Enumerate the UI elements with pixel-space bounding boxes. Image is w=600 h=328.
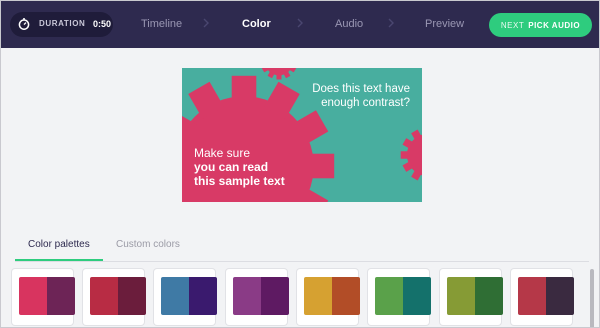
tab-custom-colors[interactable]: Custom colors: [116, 239, 180, 250]
palette-color-primary: [90, 277, 118, 315]
duration-label: DURATION: [39, 19, 86, 28]
sample-line-2: you can read: [194, 160, 269, 174]
palette-color-secondary: [546, 277, 574, 315]
sample-line-3: this sample text: [194, 174, 285, 188]
palette-color-secondary: [118, 277, 146, 315]
palette-color-secondary: [332, 277, 360, 315]
palette-color-primary: [233, 277, 261, 315]
next-pick-audio-button[interactable]: NEXT PICK AUDIO: [489, 13, 592, 37]
palette-color-secondary: [47, 277, 75, 315]
palette-color-secondary: [261, 277, 289, 315]
tab-color-palettes[interactable]: Color palettes: [28, 239, 90, 250]
palette-swatch[interactable]: [226, 269, 289, 325]
step-color[interactable]: Color: [242, 18, 271, 30]
palette-color-primary: [304, 277, 332, 315]
palette-color-secondary: [475, 277, 503, 315]
palette-swatch[interactable]: [12, 269, 75, 325]
palette-color-primary: [518, 277, 546, 315]
palette-swatch[interactable]: [368, 269, 431, 325]
step-audio[interactable]: Audio: [335, 18, 363, 30]
palette-color-primary: [161, 277, 189, 315]
palette-color-primary: [375, 277, 403, 315]
duration-value: 0:50: [93, 19, 112, 29]
step-timeline[interactable]: Timeline: [141, 18, 182, 30]
palette-swatch[interactable]: [154, 269, 217, 325]
palette-color-primary: [447, 277, 475, 315]
top-navigation-bar: DURATION 0:50 Timeline Color Audio Previ…: [1, 1, 599, 48]
chevron-right-icon: [297, 18, 303, 28]
next-button-label: PICK AUDIO: [528, 20, 581, 30]
step-preview[interactable]: Preview: [425, 18, 464, 30]
editor-window: DURATION 0:50 Timeline Color Audio Previ…: [0, 0, 600, 328]
preview-sample-text: Make sure you can read this sample text: [194, 146, 324, 188]
palette-swatch[interactable]: [440, 269, 503, 325]
palette-swatch[interactable]: [83, 269, 146, 325]
palette-list: [12, 269, 592, 327]
next-button-prefix: NEXT: [500, 20, 525, 30]
duration-pill: DURATION 0:50: [10, 12, 113, 37]
active-tab-indicator: [15, 259, 103, 261]
scrollbar[interactable]: [590, 269, 594, 327]
chevron-right-icon: [203, 18, 209, 28]
preview-question-text: Does this text have enough contrast?: [312, 83, 410, 109]
palette-color-secondary: [189, 277, 217, 315]
palette-color-primary: [19, 277, 47, 315]
stopwatch-icon: [18, 18, 30, 30]
chevron-right-icon: [388, 18, 394, 28]
palette-swatch[interactable]: [297, 269, 360, 325]
palette-color-secondary: [403, 277, 431, 315]
color-preview-card: Does this text have enough contrast? Mak…: [182, 68, 422, 202]
color-tabs: Color palettes Custom colors: [15, 227, 589, 262]
sample-line-1: Make sure: [194, 146, 251, 160]
palette-swatch[interactable]: [511, 269, 574, 325]
